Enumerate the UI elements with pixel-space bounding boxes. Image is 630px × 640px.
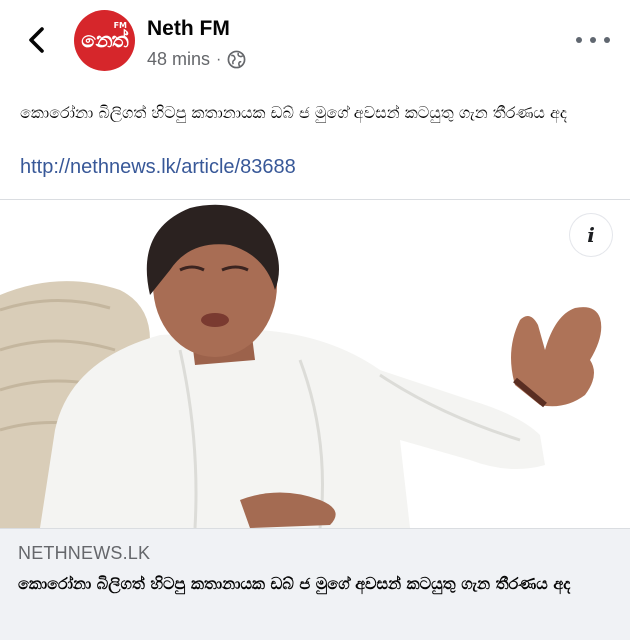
- post-link[interactable]: http://nethnews.lk/article/83688: [20, 156, 296, 179]
- page-name[interactable]: Neth FM: [147, 17, 230, 41]
- avatar-logo-text: නෙත්: [81, 28, 128, 52]
- page-avatar[interactable]: නෙත් FM: [74, 10, 135, 71]
- chevron-left-icon: [29, 27, 44, 53]
- link-domain: NETHNEWS.LK: [18, 543, 151, 563]
- post-body-text: කොරෝනා බිලිගත් හිටපු කතානායක ඩබ් ජ මුගේ …: [20, 103, 567, 122]
- link-title[interactable]: කොරෝනා බිලිගත් හිටපු කතානායක ඩබ් ජ මුගේ …: [18, 569, 618, 599]
- avatar-logo-superscript: FM: [113, 21, 127, 30]
- more-dot: [604, 37, 610, 43]
- person-photo: [0, 200, 630, 528]
- info-button[interactable]: i: [570, 214, 612, 256]
- globe-icon[interactable]: [227, 50, 246, 69]
- more-dot: [590, 37, 596, 43]
- post-meta: 48 mins ·: [147, 49, 246, 70]
- post-header: නෙත් FM Neth FM 48 mins ·: [0, 0, 630, 90]
- post-timestamp[interactable]: 48 mins: [147, 49, 210, 70]
- back-button[interactable]: [20, 22, 52, 58]
- meta-separator: ·: [216, 50, 222, 68]
- link-preview-image[interactable]: i: [0, 200, 630, 528]
- more-options-button[interactable]: [576, 30, 610, 50]
- link-preview-card[interactable]: i NETHNEWS.LK කොරෝනා බිලිගත් හිටපු කතානා…: [0, 199, 630, 640]
- more-dot: [576, 37, 582, 43]
- link-preview-footer[interactable]: NETHNEWS.LK කොරෝනා බිලිගත් හිටපු කතානායක…: [0, 528, 630, 640]
